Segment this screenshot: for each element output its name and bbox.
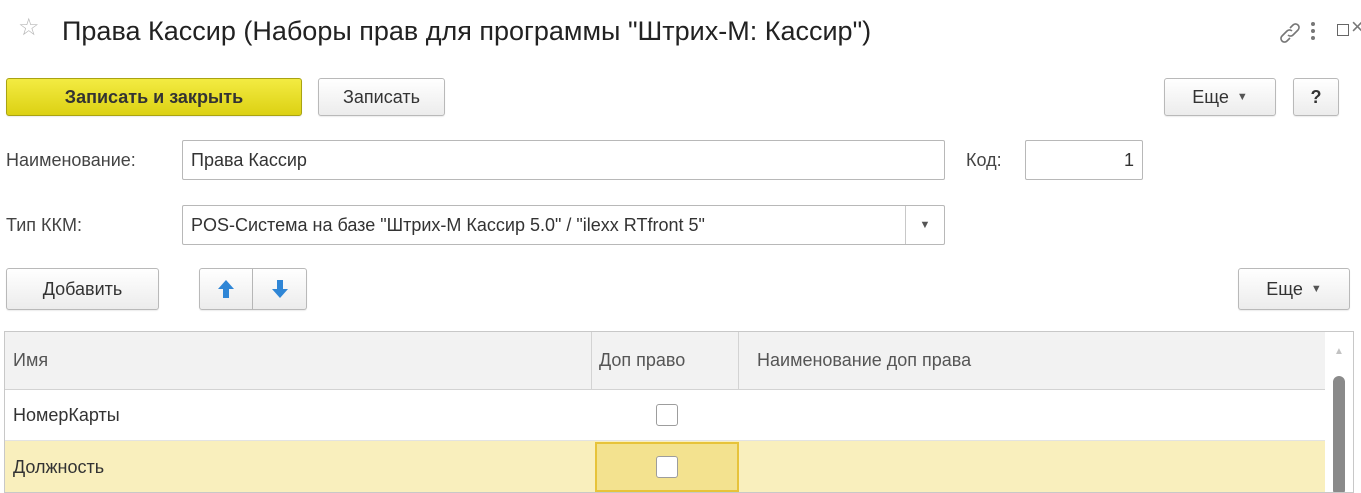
scroll-thumb[interactable]	[1333, 376, 1345, 492]
close-icon[interactable]: ×	[1351, 16, 1361, 38]
maximize-icon[interactable]	[1337, 24, 1349, 36]
column-header-extra-name[interactable]: Наименование доп права	[757, 332, 1317, 389]
table-row-selected[interactable]: Должность	[5, 441, 1325, 492]
vertical-scrollbar[interactable]: ▲	[1325, 332, 1353, 492]
more-button[interactable]: Еще ▼	[1164, 78, 1276, 116]
cell-extra-right-focused	[595, 442, 739, 492]
cell-extra-name	[745, 441, 1315, 492]
save-button[interactable]: Записать	[318, 78, 445, 116]
move-up-button[interactable]	[199, 268, 253, 310]
page-title: Права Кассир (Наборы прав для программы …	[62, 16, 872, 46]
table-more-button[interactable]: Еще ▼	[1238, 268, 1350, 310]
extra-right-checkbox[interactable]	[656, 404, 678, 426]
help-button[interactable]: ?	[1293, 78, 1339, 116]
code-label: Код:	[966, 150, 1002, 170]
chevron-down-icon: ▼	[1310, 283, 1322, 295]
dropdown-arrow-icon[interactable]: ▼	[905, 206, 944, 244]
move-buttons-group	[199, 268, 307, 310]
star-icon[interactable]: ☆	[18, 16, 40, 40]
kkm-type-select[interactable]: POS-Система на базе "Штрих-М Кассир 5.0"…	[182, 205, 945, 245]
scroll-up-icon[interactable]: ▲	[1334, 346, 1344, 357]
arrow-down-icon	[271, 280, 288, 298]
add-button[interactable]: Добавить	[6, 268, 159, 310]
kkm-type-label: Тип ККМ:	[6, 215, 82, 235]
code-field[interactable]: 1	[1025, 140, 1143, 180]
extra-right-checkbox[interactable]	[656, 456, 678, 478]
kkm-type-value: POS-Система на базе "Штрих-М Кассир 5.0"…	[191, 214, 705, 235]
cell-extra-name	[745, 389, 1315, 441]
link-icon[interactable]	[1279, 20, 1301, 46]
move-down-button[interactable]	[253, 268, 307, 310]
cell-extra-right	[595, 389, 739, 441]
cell-name: Должность	[13, 456, 105, 477]
name-field[interactable]: Права Кассир	[182, 140, 945, 180]
column-header-extra-right[interactable]: Доп право	[599, 332, 739, 389]
name-label: Наименование:	[6, 150, 136, 170]
more-vertical-icon[interactable]	[1311, 22, 1315, 40]
table-more-label: Еще	[1266, 278, 1303, 299]
save-and-close-button[interactable]: Записать и закрыть	[6, 78, 302, 116]
column-header-name[interactable]: Имя	[5, 332, 591, 389]
arrow-up-icon	[218, 280, 234, 298]
cell-name: НомерКарты	[13, 404, 120, 425]
chevron-down-icon: ▼	[1236, 91, 1248, 103]
more-button-label: Еще	[1192, 86, 1229, 107]
rights-table[interactable]: Имя Доп право Наименование доп права Ном…	[4, 331, 1354, 493]
table-row[interactable]: НомерКарты	[5, 389, 1325, 441]
table-header: Имя Доп право Наименование доп права	[5, 332, 1325, 390]
